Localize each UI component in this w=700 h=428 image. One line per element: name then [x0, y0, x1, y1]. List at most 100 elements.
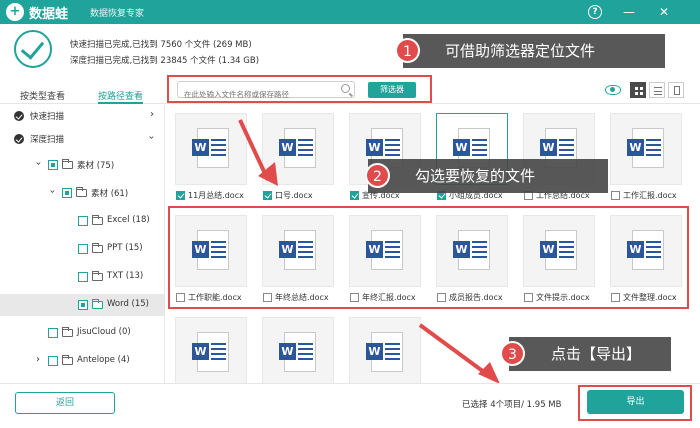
folder-icon: [62, 159, 73, 169]
tab-by-type[interactable]: 按类型查看: [20, 89, 65, 104]
logo-icon: +: [6, 3, 24, 21]
tree-label: 深度扫描: [30, 135, 65, 145]
title-bar: + 数据蛙 数据恢复专家 ? — ✕: [0, 0, 700, 24]
close-icon[interactable]: ✕: [655, 3, 673, 21]
tree-item-excel[interactable]: Excel (18): [0, 210, 164, 232]
folder-checkbox[interactable]: [62, 188, 72, 198]
file-thumbnail[interactable]: W: [610, 113, 682, 185]
folder-icon: [92, 271, 103, 281]
app-window: + 数据蛙 数据恢复专家 ? — ✕ 快速扫描已完成,已找到 7560 个文件 …: [0, 0, 700, 428]
back-button[interactable]: 返回: [15, 392, 115, 414]
tree-label: TXT (13): [107, 271, 144, 281]
preview-eye-icon[interactable]: [605, 85, 621, 95]
word-document-icon: W: [627, 128, 664, 168]
folder-checkbox[interactable]: [78, 216, 88, 226]
tree-item-word[interactable]: Word (15): [0, 294, 164, 316]
callout-step-3: 点击【导出】: [509, 337, 671, 371]
word-document-icon: W: [192, 332, 229, 372]
folder-icon: [62, 355, 73, 365]
file-checkbox[interactable]: [611, 191, 620, 200]
callout-step-2: 勾选要恢复的文件: [368, 159, 608, 193]
tree-item-jisucloud[interactable]: JisuCloud (0): [0, 322, 164, 344]
detail-view-button[interactable]: [668, 82, 684, 98]
callout-step-1: 可借助筛选器定位文件: [403, 34, 665, 68]
callout-text: 勾选要恢复的文件: [415, 167, 536, 185]
detail-view-icon: [674, 86, 680, 95]
app-name: 数据蛙: [29, 7, 69, 22]
folder-checkbox[interactable]: [48, 356, 58, 366]
tree-item-deep-scan[interactable]: 深度扫描 ›: [0, 128, 164, 150]
file-thumbnail[interactable]: W: [262, 113, 334, 185]
tree-label: 素材 (61): [91, 189, 129, 199]
word-document-icon: W: [366, 332, 403, 372]
folder-icon: [92, 243, 103, 253]
file-thumbnail[interactable]: W: [175, 113, 247, 185]
chevron-right-icon[interactable]: ›: [36, 354, 40, 365]
tree-label: Word (15): [107, 299, 149, 309]
tree-item-txt[interactable]: TXT (13): [0, 266, 164, 288]
folder-checkbox[interactable]: [48, 328, 58, 338]
file-tile[interactable]: W 工作汇报.docx: [604, 108, 684, 203]
app-subtitle: 数据恢复专家: [90, 9, 145, 19]
file-checkbox[interactable]: [350, 191, 359, 200]
tree-item-sucai-61[interactable]: › 素材 (61): [0, 182, 164, 204]
tree-item-sucai-75[interactable]: › 素材 (75): [0, 154, 164, 176]
chevron-down-icon[interactable]: ›: [33, 162, 44, 166]
word-logo-icon: W: [279, 139, 296, 156]
file-tile[interactable]: W 11月总结.docx: [169, 108, 249, 203]
folder-checkbox[interactable]: [48, 160, 58, 170]
tree-label: Excel (18): [107, 215, 150, 225]
folder-checkbox[interactable]: [78, 272, 88, 282]
tree-label: JisuCloud (0): [77, 327, 131, 337]
file-thumbnail[interactable]: W: [175, 317, 247, 383]
folder-tree: 快速扫描 › 深度扫描 › › 素材 (75) › 素材 (61) Excel …: [0, 105, 165, 383]
tree-item-antelope[interactable]: › Antelope (4): [0, 350, 164, 372]
list-view-button[interactable]: [649, 82, 665, 98]
folder-icon: [92, 215, 103, 225]
list-view-icon: [654, 87, 662, 95]
file-tile[interactable]: W: [256, 312, 336, 383]
check-dot-icon: [14, 134, 24, 144]
chevron-down-icon[interactable]: ›: [146, 136, 157, 140]
word-logo-icon: W: [453, 139, 470, 156]
folder-icon: [62, 327, 73, 337]
folder-checkbox[interactable]: [78, 244, 88, 254]
quick-scan-summary: 快速扫描已完成,已找到 7560 个文件 (269 MB): [70, 40, 252, 50]
tree-label: 快速扫描: [30, 112, 65, 122]
callout-text: 可借助筛选器定位文件: [445, 42, 596, 60]
check-dot-icon: [14, 111, 24, 121]
folder-checkbox[interactable]: [78, 300, 88, 310]
complete-check-icon: [14, 30, 52, 68]
word-logo-icon: W: [366, 343, 383, 360]
word-logo-icon: W: [366, 139, 383, 156]
tree-label: PPT (15): [107, 243, 143, 253]
chevron-down-icon[interactable]: ›: [47, 190, 58, 194]
file-name: 11月总结.docx: [188, 191, 244, 200]
step-number-2: 2: [365, 163, 390, 188]
step-number-1: 1: [395, 38, 420, 63]
word-logo-icon: W: [192, 139, 209, 156]
file-thumbnail[interactable]: W: [262, 317, 334, 383]
filter-highlight-box: [167, 75, 432, 103]
word-document-icon: W: [192, 128, 229, 168]
export-highlight-box: [578, 385, 692, 421]
folder-icon: [92, 299, 103, 309]
tree-item-quick-scan[interactable]: 快速扫描 ›: [0, 105, 164, 127]
word-logo-icon: W: [279, 343, 296, 360]
tab-by-path[interactable]: 按路径查看: [98, 89, 144, 104]
file-thumbnail[interactable]: W: [349, 317, 421, 383]
file-tile[interactable]: W 口号.docx: [256, 108, 336, 203]
chevron-right-icon[interactable]: ›: [150, 109, 154, 120]
tree-item-ppt[interactable]: PPT (15): [0, 238, 164, 260]
help-icon[interactable]: ?: [588, 5, 602, 19]
deep-scan-summary: 深度扫描已完成,已找到 23845 个文件 (1.34 GB): [70, 56, 260, 66]
step-number-3: 3: [500, 341, 525, 366]
minimize-icon[interactable]: —: [620, 3, 638, 21]
grid-view-button[interactable]: [630, 82, 646, 98]
file-checkbox[interactable]: [263, 191, 272, 200]
file-checkbox[interactable]: [176, 191, 185, 200]
file-tile[interactable]: W: [169, 312, 249, 383]
folder-icon: [76, 187, 87, 197]
file-tile[interactable]: W: [343, 312, 423, 383]
selection-highlight-box: [168, 206, 689, 309]
